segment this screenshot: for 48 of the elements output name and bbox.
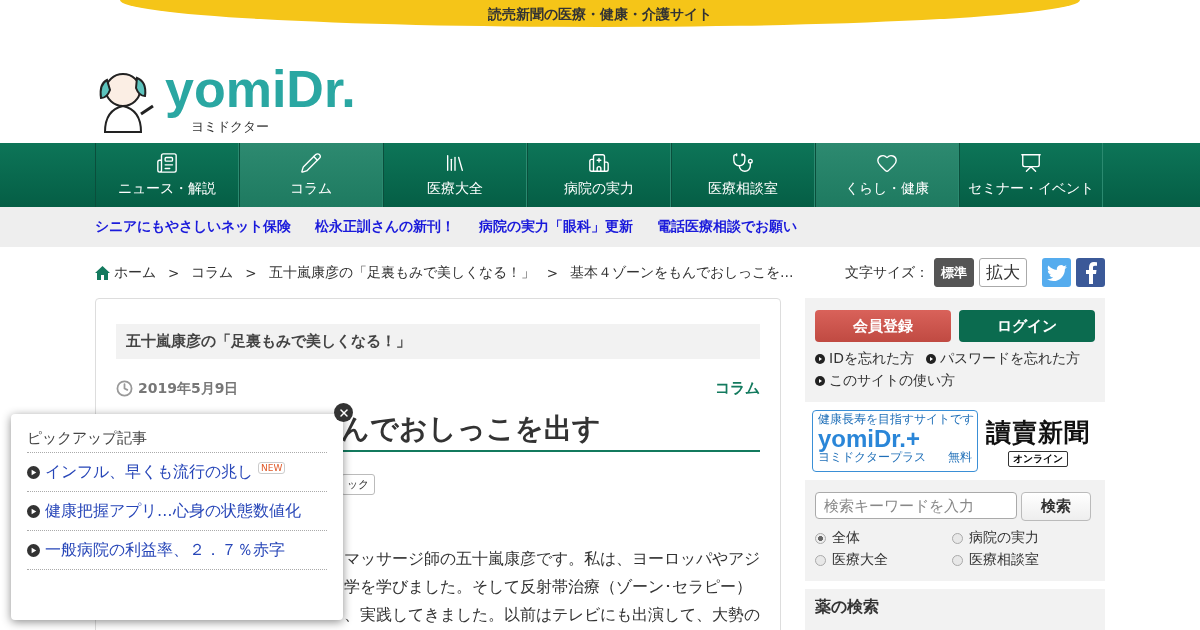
- banner-tagline: 健康長寿を目指すサイトです: [818, 413, 972, 426]
- series-title: 五十嵐康彦の「足裏もみで美しくなる！」: [116, 324, 760, 359]
- scope-radio[interactable]: 医療相談室: [952, 551, 1095, 569]
- site-banner: 読売新聞の医療・健康・介護サイト: [120, 0, 1080, 27]
- yomidr-plus-banner[interactable]: 健康長寿を目指すサイトです yomiDr.+ ヨミドクタープラス 無料: [812, 410, 978, 472]
- login-button[interactable]: ログイン: [959, 310, 1095, 342]
- newspaper-logo[interactable]: 讀賣新聞: [986, 415, 1090, 449]
- font-size-label: 文字サイズ：: [845, 263, 929, 282]
- article-date: 2019年5月9日: [116, 379, 239, 398]
- nav-tab[interactable]: くらし・健康: [815, 143, 959, 207]
- breadcrumb-separator: >: [546, 264, 558, 281]
- font-size-button[interactable]: 拡大: [979, 258, 1027, 287]
- breadcrumb-link[interactable]: コラム: [191, 263, 234, 282]
- account-link[interactable]: IDを忘れた方: [815, 350, 914, 368]
- promo-link[interactable]: 松永正訓さんの新刊！: [315, 218, 455, 236]
- body-text: マッサージ師の五十嵐康彦です。私は、ヨーロッパやアジ: [344, 548, 760, 570]
- promo-link[interactable]: シニアにもやさしいネット保険: [95, 218, 291, 236]
- free-label: 無料: [948, 451, 972, 464]
- breadcrumb-separator: >: [245, 264, 257, 281]
- breadcrumb-link[interactable]: ホーム: [114, 263, 156, 282]
- banner-reading: ヨミドクタープラス: [818, 451, 926, 464]
- scope-radio[interactable]: 全体: [815, 529, 952, 547]
- search-field[interactable]: 検索キーワードを入力: [815, 492, 1017, 519]
- scope-radio[interactable]: 医療大全: [815, 551, 952, 569]
- promo-link[interactable]: 病院の実力「眼科」更新: [479, 218, 633, 236]
- category-link[interactable]: コラム: [715, 379, 760, 398]
- search-button[interactable]: 検索: [1021, 492, 1091, 521]
- scope-radio[interactable]: 病院の実力: [952, 529, 1095, 547]
- body-text: 、実践してきました。以前はテレビにも出演して、大勢の: [344, 604, 760, 626]
- drug-search-title: 薬の検索: [815, 597, 880, 618]
- account-link[interactable]: パスワードを忘れた方: [925, 350, 1080, 368]
- pickup-link[interactable]: 一般病院の利益率、２．７％赤字: [45, 540, 285, 561]
- promo-link[interactable]: 電話医療相談でお願い: [657, 218, 797, 236]
- pickup-link[interactable]: インフル、早くも流行の兆し: [45, 462, 253, 483]
- register-button[interactable]: 会員登録: [815, 310, 951, 342]
- pickup-link[interactable]: 健康把握アプリ…心身の状態数値化: [45, 501, 301, 522]
- popup-title: ピックアップ記事: [27, 429, 327, 453]
- online-label: オンライン: [1008, 450, 1068, 467]
- breadcrumb-link[interactable]: 基本４ゾーンをもんでおしっこを…: [569, 263, 794, 282]
- logo-reading: ヨミドクター: [191, 120, 269, 134]
- breadcrumb-separator: >: [168, 264, 180, 281]
- account-link[interactable]: このサイトの使い方: [815, 372, 955, 390]
- new-badge: NEW: [258, 462, 286, 474]
- nav-tab[interactable]: コラム: [239, 143, 383, 207]
- breadcrumb-link[interactable]: 五十嵐康彦の「足裏もみで美しくなる！」: [268, 263, 535, 282]
- body-text: 学を学びました。そして反射帯治療（ゾーン･セラピー）: [344, 576, 753, 598]
- font-size-button[interactable]: 標準: [934, 258, 974, 287]
- yomidr-plus-wordmark: yomiDr.+: [818, 426, 922, 451]
